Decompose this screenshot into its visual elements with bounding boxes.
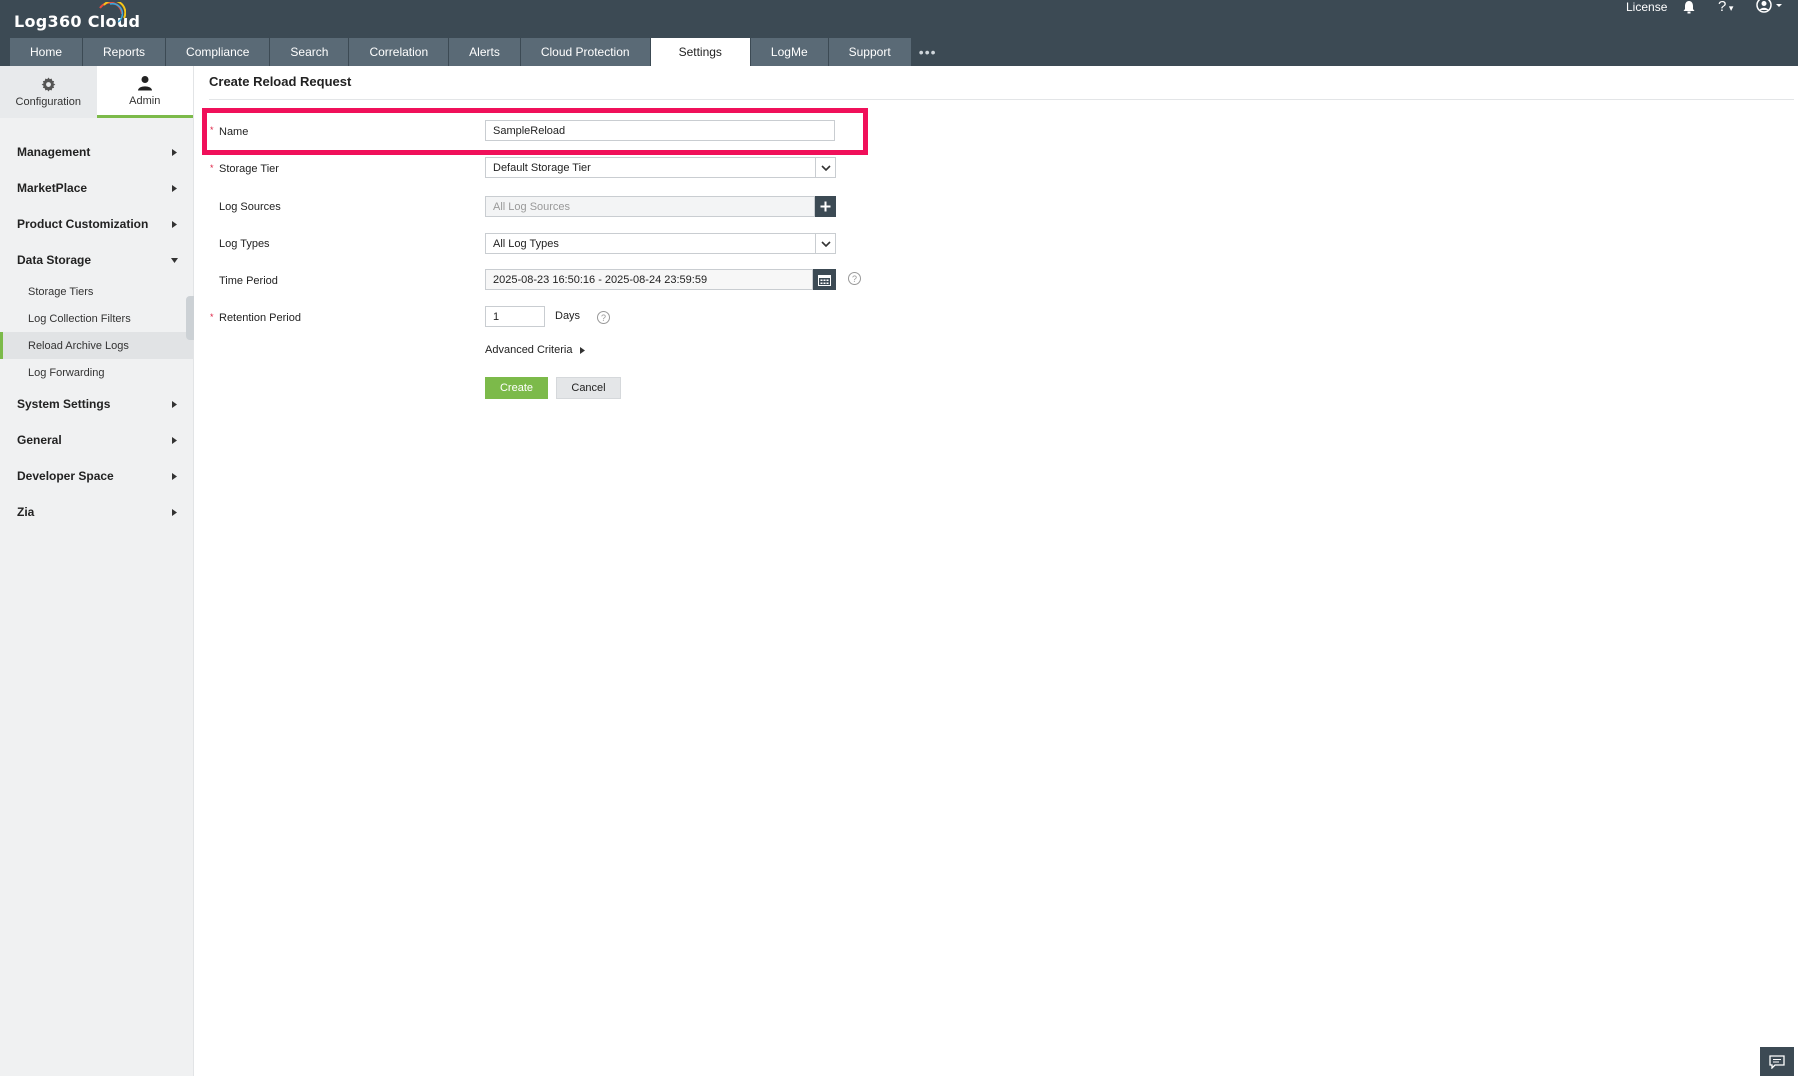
sidebar-group-label: System Settings — [17, 397, 111, 411]
calendar-icon — [818, 274, 831, 286]
sidebar-item-log-collection-filters[interactable]: Log Collection Filters — [0, 305, 193, 332]
advanced-criteria-toggle[interactable]: Advanced Criteria — [485, 344, 586, 356]
caret-right-icon — [172, 149, 177, 156]
sidebar-group-system-settings[interactable]: System Settings — [0, 386, 193, 422]
storage-tier-select[interactable]: Default Storage Tier — [485, 157, 836, 178]
name-label: Name — [219, 126, 249, 138]
caret-down-icon — [171, 258, 178, 263]
sidebar-tabs: Configuration Admin — [0, 66, 193, 118]
gear-icon — [41, 76, 56, 92]
retention-unit-label: Days — [555, 310, 581, 322]
storage-tier-value: Default Storage Tier — [493, 161, 591, 174]
sidebar-group-zia[interactable]: Zia — [0, 494, 193, 530]
help-menu[interactable]: ? ▾ — [1718, 0, 1733, 15]
sidebar-group-label: Product Customization — [17, 217, 149, 231]
caret-right-icon — [172, 221, 177, 228]
required-mark: * — [210, 312, 214, 322]
tab-reports[interactable]: Reports — [83, 38, 167, 66]
required-mark: * — [210, 163, 214, 173]
retention-help-icon[interactable]: ? — [597, 311, 610, 324]
sidebar-item-reload-archive-logs[interactable]: Reload Archive Logs — [0, 332, 193, 359]
time-period-help-icon[interactable]: ? — [848, 272, 861, 285]
more-tabs-icon[interactable]: ••• — [912, 38, 944, 66]
caret-right-icon — [172, 185, 177, 192]
sidebar-tab-label: Configuration — [15, 95, 81, 108]
calendar-button[interactable] — [813, 269, 836, 290]
sidebar-group-management[interactable]: Management — [0, 134, 193, 170]
chevron-down-icon[interactable] — [815, 158, 835, 177]
user-icon — [137, 75, 152, 90]
sidebar-group-label: Management — [17, 145, 91, 159]
caret-right-icon — [580, 346, 586, 354]
required-mark: * — [210, 125, 214, 135]
sidebar-tab-configuration[interactable]: Configuration — [0, 66, 97, 118]
caret-right-icon — [172, 437, 177, 444]
sidebar-group-developer-space[interactable]: Developer Space — [0, 458, 193, 494]
chevron-down-icon[interactable] — [815, 234, 835, 253]
sidebar-group-label: Zia — [17, 505, 35, 519]
retention-period-input[interactable]: 1 — [485, 306, 545, 327]
sidebar-group-data-storage[interactable]: Data Storage — [0, 242, 193, 278]
help-caret-icon: ▾ — [1726, 3, 1734, 13]
tab-settings[interactable]: Settings — [650, 38, 751, 66]
title-divider — [209, 99, 1794, 100]
name-input[interactable]: SampleReload — [485, 120, 835, 141]
sidebar-group-product-customization[interactable]: Product Customization — [0, 206, 193, 242]
sidebar-group-label: General — [17, 433, 62, 447]
log-sources-label: Log Sources — [219, 201, 281, 213]
tab-alerts[interactable]: Alerts — [449, 38, 521, 66]
time-period-label: Time Period — [219, 275, 278, 287]
caret-right-icon — [172, 401, 177, 408]
retention-period-value: 1 — [493, 310, 500, 323]
retention-period-label: Retention Period — [219, 312, 301, 324]
sidebar-collapse-handle[interactable] — [186, 296, 194, 340]
chat-button[interactable] — [1760, 1047, 1794, 1076]
name-input-value: SampleReload — [493, 124, 566, 137]
tab-logme[interactable]: LogMe — [750, 38, 829, 66]
sidebar-group-label: MarketPlace — [17, 181, 88, 195]
sidebar-tab-label: Admin — [129, 94, 161, 107]
chat-icon — [1769, 1054, 1785, 1069]
log-sources-placeholder: All Log Sources — [493, 200, 571, 213]
add-log-source-button[interactable] — [815, 196, 836, 217]
caret-right-icon — [172, 473, 177, 480]
log-types-select[interactable]: All Log Types — [485, 233, 836, 254]
main-content: Create Reload Request * Name SampleReloa… — [194, 66, 1798, 1076]
storage-tier-label: Storage Tier — [219, 163, 279, 175]
sidebar: Configuration Admin Management MarketPla… — [0, 66, 194, 1076]
log-types-value: All Log Types — [493, 237, 559, 250]
tab-support[interactable]: Support — [828, 38, 912, 66]
user-avatar-icon — [1756, 0, 1782, 13]
page-title: Create Reload Request — [209, 74, 352, 89]
plus-icon — [820, 201, 831, 212]
time-period-value: 2025-08-23 16:50:16 - 2025-08-24 23:59:5… — [493, 273, 708, 286]
license-link[interactable]: License — [1626, 0, 1667, 14]
tab-correlation[interactable]: Correlation — [349, 38, 450, 66]
logo-arc-icon — [99, 2, 126, 23]
advanced-criteria-label: Advanced Criteria — [485, 344, 573, 356]
sidebar-tab-admin[interactable]: Admin — [96, 66, 193, 118]
main-nav-tabs: Home Reports Compliance Search Correlati… — [10, 38, 944, 66]
top-header: Log360 Cloud License ? ▾ Home Reports Co… — [0, 0, 1798, 66]
sidebar-group-general[interactable]: General — [0, 422, 193, 458]
user-menu[interactable] — [1756, 0, 1784, 17]
tab-search[interactable]: Search — [270, 38, 350, 66]
sidebar-group-label: Data Storage — [17, 253, 92, 267]
sidebar-item-storage-tiers[interactable]: Storage Tiers — [0, 278, 193, 305]
sidebar-menu: Management MarketPlace Product Customiza… — [0, 118, 193, 530]
log-types-label: Log Types — [219, 238, 270, 250]
bell-icon[interactable] — [1682, 0, 1696, 14]
cancel-button[interactable]: Cancel — [556, 377, 621, 399]
sidebar-group-label: Developer Space — [17, 469, 114, 483]
time-period-input[interactable]: 2025-08-23 16:50:16 - 2025-08-24 23:59:5… — [485, 269, 813, 290]
sidebar-item-log-forwarding[interactable]: Log Forwarding — [0, 359, 193, 386]
tab-cloud-protection[interactable]: Cloud Protection — [520, 38, 651, 66]
create-button[interactable]: Create — [485, 377, 548, 399]
sidebar-group-marketplace[interactable]: MarketPlace — [0, 170, 193, 206]
log-sources-input[interactable]: All Log Sources — [485, 196, 815, 217]
tab-home[interactable]: Home — [10, 38, 84, 66]
caret-right-icon — [172, 509, 177, 516]
tab-compliance[interactable]: Compliance — [166, 38, 271, 66]
